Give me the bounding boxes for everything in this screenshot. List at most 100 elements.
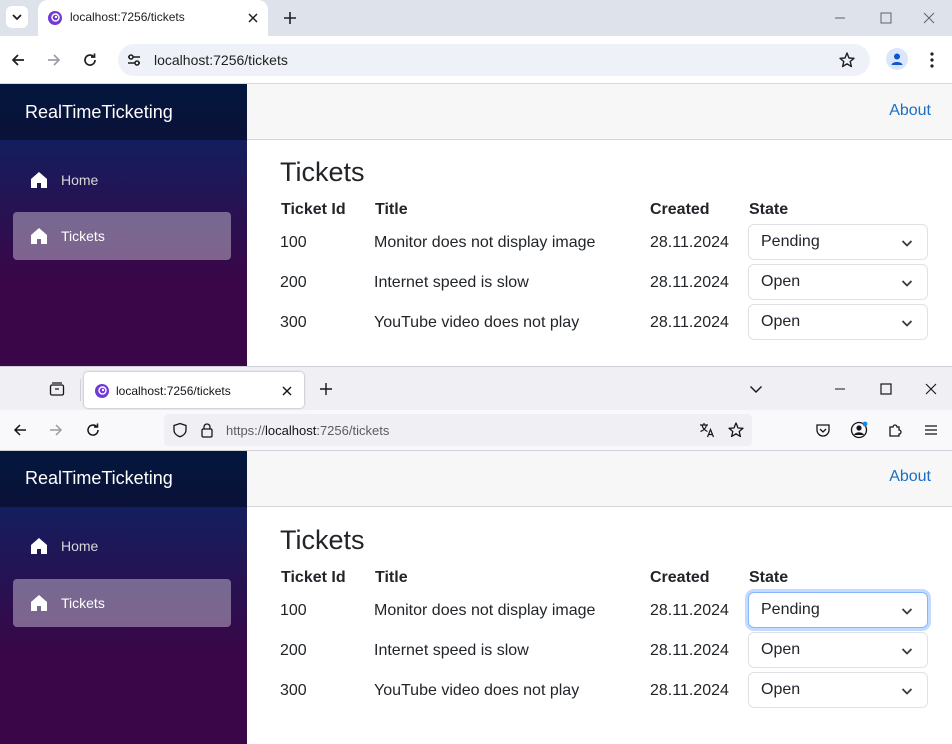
state-select[interactable]: Open	[748, 304, 928, 340]
ticket-title: Monitor does not display image	[374, 234, 596, 251]
ticket-created: 28.11.2024	[650, 682, 729, 699]
brand-name[interactable]: RealTimeTicketing	[25, 102, 173, 123]
nav-label: Home	[61, 538, 99, 554]
state-select[interactable]: Pending	[748, 592, 928, 628]
ticket-title: Monitor does not display image	[374, 602, 596, 619]
new-tab-icon[interactable]	[318, 381, 334, 397]
arrow-right-icon	[50, 424, 63, 436]
tab-title: localhost:7256/tickets	[116, 384, 231, 398]
ticket-id: 100	[280, 234, 307, 251]
state-select[interactable]: Pending	[748, 224, 928, 260]
address-bar[interactable]: https://localhost:7256/tickets	[164, 414, 752, 446]
home-icon	[31, 172, 47, 188]
chevron-down-icon	[901, 320, 913, 327]
maximize-button[interactable]	[863, 0, 909, 36]
tracking-protection-shield-icon[interactable]	[172, 422, 188, 438]
ticket-title: Internet speed is slow	[374, 642, 529, 659]
state-value: Open	[761, 641, 801, 658]
close-window-button[interactable]	[908, 367, 952, 411]
maximize-button[interactable]	[863, 367, 909, 411]
view-recent-browsing-button[interactable]	[47, 379, 67, 399]
about-link[interactable]: About	[889, 468, 931, 486]
pocket-button[interactable]	[813, 420, 833, 440]
state-select[interactable]: Open	[748, 632, 928, 668]
tab-overview-icon	[49, 382, 65, 396]
brand-name[interactable]: RealTimeTicketing	[25, 468, 173, 489]
close-tab-icon[interactable]	[245, 10, 261, 26]
about-link[interactable]: About	[889, 102, 931, 120]
ticket-id: 200	[280, 642, 307, 659]
back-button[interactable]	[8, 50, 28, 70]
state-select[interactable]: Open	[748, 672, 928, 708]
url-scheme: https://	[226, 423, 266, 438]
app-favicon-icon	[48, 11, 62, 25]
nav-label: Tickets	[61, 595, 105, 611]
brand-bar: RealTimeTicketing	[0, 451, 247, 507]
nav-item-home[interactable]: Home	[13, 522, 231, 570]
nav-label: Home	[61, 172, 99, 188]
lock-icon[interactable]	[200, 422, 214, 438]
state-value: Open	[761, 681, 801, 698]
close-icon	[923, 12, 935, 24]
column-header: Ticket Id	[281, 569, 346, 586]
kebab-menu-icon	[930, 52, 934, 68]
app-firefox: RealTimeTicketing Home Tickets About Tic…	[0, 451, 952, 744]
nav-item-home[interactable]: Home	[13, 156, 231, 204]
url-text: https://localhost:7256/tickets	[226, 423, 389, 438]
ticket-id: 100	[280, 602, 307, 619]
chevron-down-icon	[901, 240, 913, 247]
translate-icon[interactable]	[698, 421, 716, 439]
app-menu-button[interactable]	[921, 420, 941, 440]
state-value: Pending	[761, 233, 820, 250]
site-info-icon[interactable]	[126, 52, 142, 68]
chevron-down-icon	[901, 280, 913, 287]
forward-button[interactable]	[46, 420, 66, 440]
profile-button[interactable]	[886, 48, 908, 70]
chevron-down-icon	[901, 648, 913, 655]
forward-button[interactable]	[44, 50, 64, 70]
nav-item-tickets[interactable]: Tickets	[13, 579, 231, 627]
browser-tab[interactable]: localhost:7256/tickets	[84, 372, 304, 408]
column-header: Title	[375, 201, 408, 218]
minimize-button[interactable]	[817, 0, 863, 36]
tab-separator	[80, 379, 81, 401]
maximize-icon	[880, 12, 892, 24]
bookmark-star-icon[interactable]	[838, 51, 856, 69]
extensions-button[interactable]	[885, 420, 905, 440]
reload-button[interactable]	[83, 420, 103, 440]
chevron-down-icon	[12, 14, 22, 21]
firefox-toolbar: https://localhost:7256/tickets	[0, 410, 952, 451]
browser-tab[interactable]: localhost:7256/tickets	[38, 0, 268, 36]
column-header: Created	[650, 201, 710, 218]
arrow-right-icon	[48, 54, 61, 66]
ticket-created: 28.11.2024	[650, 274, 729, 291]
tab-search-button[interactable]	[6, 6, 28, 28]
nav-item-tickets[interactable]: Tickets	[13, 212, 231, 260]
state-select[interactable]: Open	[748, 264, 928, 300]
arrow-left-icon	[13, 424, 26, 436]
app-chrome: RealTimeTicketing Home Tickets About Tic…	[0, 84, 952, 366]
chrome-menu-button[interactable]	[922, 50, 942, 70]
person-icon	[891, 53, 903, 65]
account-button[interactable]	[849, 420, 869, 440]
ticket-title: YouTube video does not play	[374, 314, 580, 331]
address-bar[interactable]: localhost:7256/tickets	[118, 44, 870, 76]
page-title: Tickets	[280, 157, 365, 187]
state-value: Pending	[761, 601, 820, 618]
bookmark-star-icon[interactable]	[727, 421, 745, 439]
home-icon	[31, 595, 47, 611]
minimize-button[interactable]	[817, 367, 863, 411]
new-tab-icon[interactable]	[281, 9, 299, 27]
ticket-created: 28.11.2024	[650, 642, 729, 659]
hamburger-menu-icon	[925, 425, 937, 435]
column-header: State	[749, 569, 789, 586]
state-value: Open	[761, 273, 801, 290]
close-window-button[interactable]	[906, 0, 952, 36]
top-row: About	[247, 84, 952, 140]
sidebar: RealTimeTicketing Home Tickets	[0, 84, 247, 366]
list-all-tabs-icon[interactable]	[749, 382, 763, 396]
reload-button[interactable]	[80, 50, 100, 70]
back-button[interactable]	[10, 420, 30, 440]
close-tab-icon[interactable]	[280, 384, 294, 398]
arrow-left-icon	[11, 54, 24, 66]
